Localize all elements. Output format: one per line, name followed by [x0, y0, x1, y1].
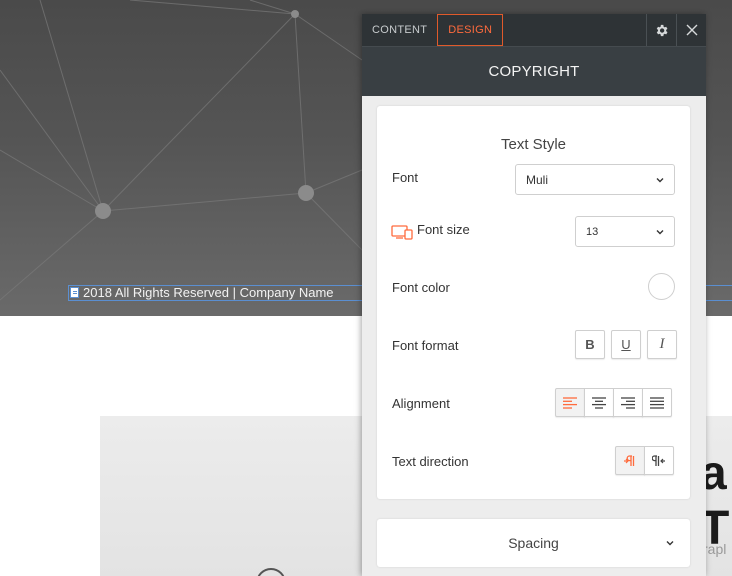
underline-icon: U [621, 337, 631, 352]
align-center-button[interactable] [584, 388, 614, 417]
font-color-swatch[interactable] [648, 273, 675, 300]
font-select[interactable]: Muli [515, 164, 675, 195]
font-size-value: 13 [586, 225, 599, 238]
italic-icon: I [659, 336, 665, 352]
ltr-direction-button[interactable] [615, 446, 645, 475]
rtl-paragraph-icon [652, 454, 665, 466]
underline-button[interactable]: U [611, 330, 641, 359]
align-right-icon [621, 396, 635, 409]
font-format-label: Font format [392, 338, 459, 353]
font-size-select[interactable]: 13 [575, 216, 675, 247]
align-center-icon [592, 396, 606, 409]
gear-icon [656, 24, 668, 36]
copyright-text[interactable]: 2018 All Rights Reserved | Company Name [83, 286, 334, 300]
ltr-paragraph-icon [624, 454, 635, 466]
bold-button[interactable]: B [575, 330, 605, 359]
rtl-direction-button[interactable] [644, 446, 674, 475]
responsive-devices-icon [391, 225, 413, 240]
align-left-button[interactable] [555, 388, 585, 417]
close-button[interactable] [676, 14, 706, 46]
italic-button[interactable]: I [647, 330, 677, 359]
align-left-icon [563, 396, 577, 409]
settings-panel: CONTENT DESIGN COPYRIGHT Text Style Font… [362, 14, 706, 576]
font-label: Font [392, 170, 419, 185]
alignment-label: Alignment [392, 396, 450, 411]
font-select-value: Muli [526, 172, 549, 187]
text-direction-label: Text direction [392, 454, 469, 469]
chevron-down-icon [666, 541, 674, 546]
tab-content[interactable]: CONTENT [362, 14, 437, 46]
close-icon [686, 24, 697, 36]
panel-title: COPYRIGHT [362, 46, 706, 96]
spacing-label: Spacing [508, 535, 559, 551]
chevron-down-icon [656, 177, 664, 182]
align-justify-button[interactable] [642, 388, 672, 417]
font-size-label: Font size [417, 222, 470, 237]
panel-tab-bar: CONTENT DESIGN [362, 14, 706, 46]
bold-icon: B [585, 337, 595, 352]
spacing-section-toggle[interactable]: Spacing [377, 519, 690, 567]
align-justify-icon [650, 396, 664, 409]
text-style-card: Text Style Font Muli Font size 13 Font c… [377, 106, 690, 499]
settings-button[interactable] [646, 14, 676, 46]
align-right-button[interactable] [613, 388, 643, 417]
font-color-label: Font color [392, 280, 450, 295]
tab-design[interactable]: DESIGN [437, 14, 504, 46]
content-paragraph: rapl [703, 541, 727, 557]
text-style-heading: Text Style [500, 136, 567, 153]
chevron-down-icon [656, 229, 664, 234]
element-handle-icon[interactable] [70, 287, 79, 298]
